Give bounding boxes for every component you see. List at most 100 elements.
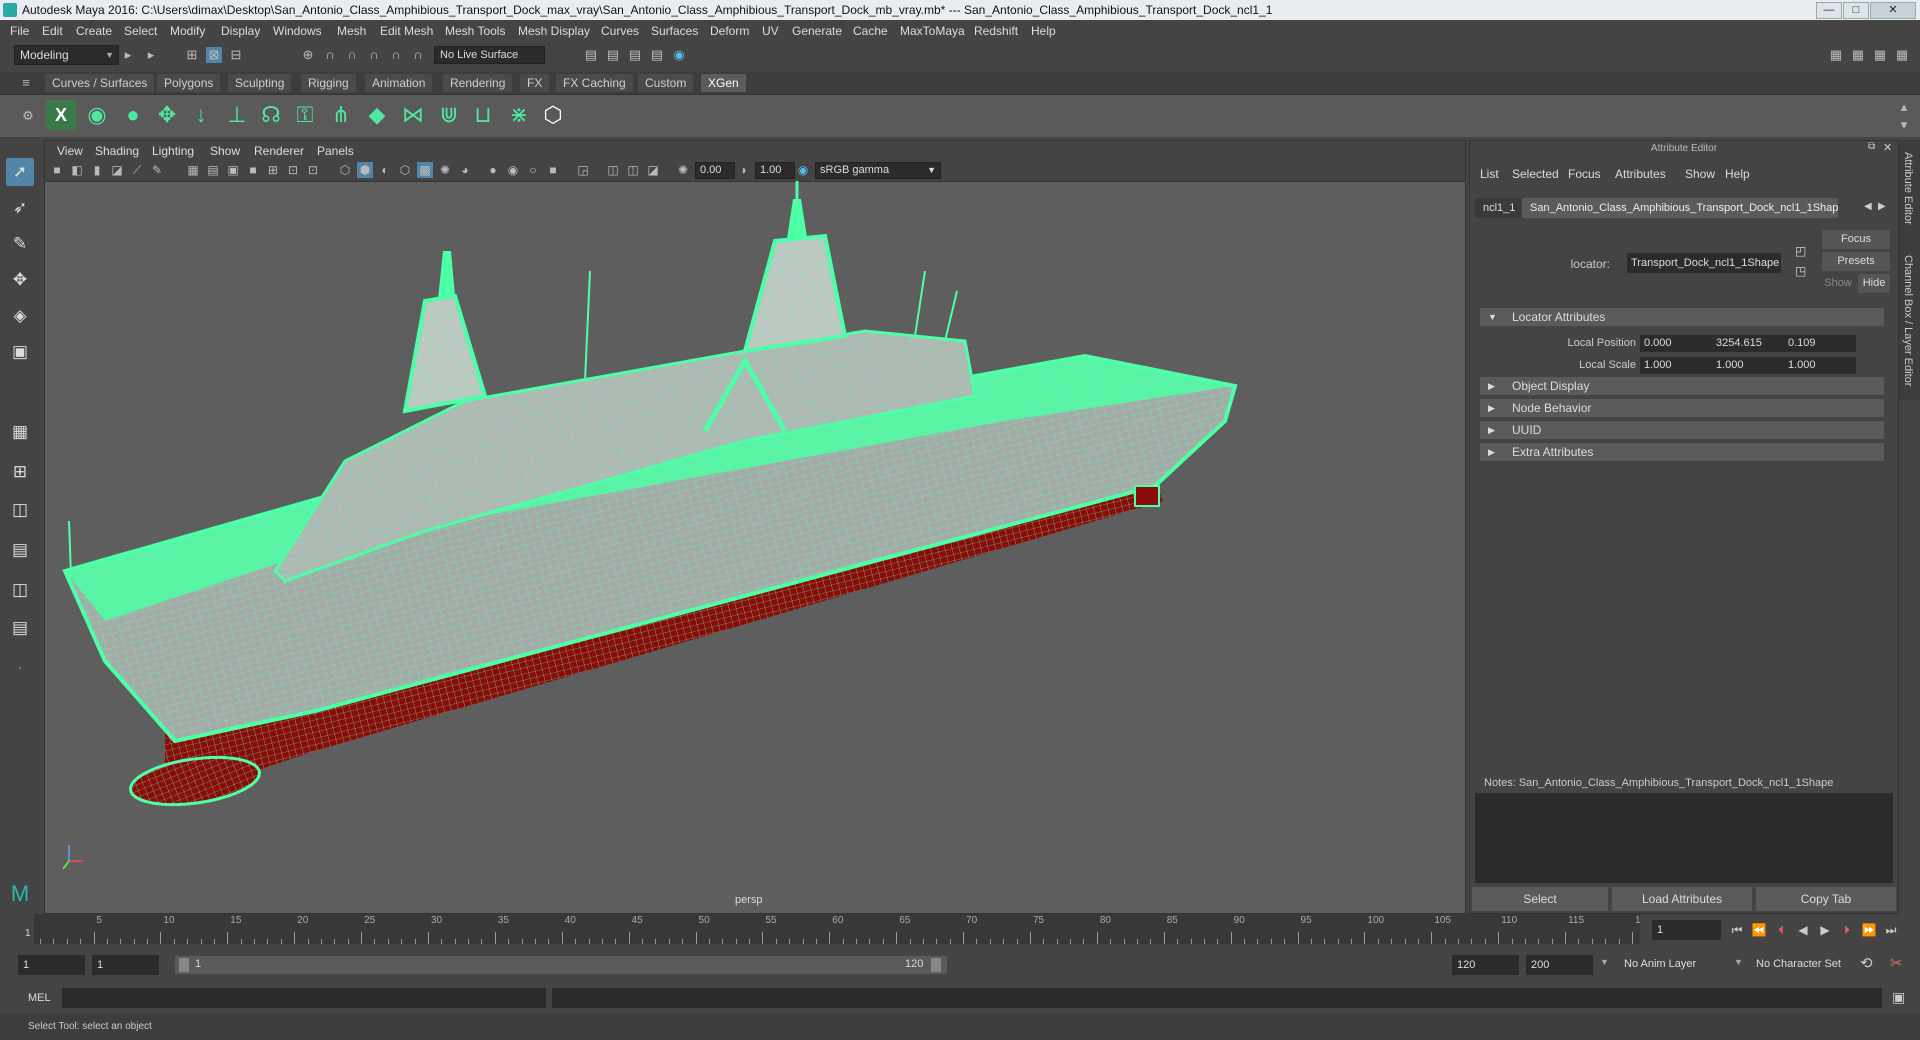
color-space-dropdown[interactable]: sRGB gamma ▼ xyxy=(815,162,941,179)
vp-menu-show[interactable]: Show xyxy=(210,144,240,158)
viewport-persp[interactable]: View Shading Lighting Show Renderer Pane… xyxy=(44,140,1466,914)
shelf-tab-curves-surfaces[interactable]: Curves / Surfaces xyxy=(45,74,155,92)
time-slider[interactable]: 1 5 10 15 20 25 30 35 40 45 50 55 60 65 70 75 80 85 90 95 1… xyxy=(24,914,1652,944)
float-icon[interactable]: ⧉ xyxy=(1868,141,1875,152)
close-icon[interactable]: ✕ xyxy=(1883,141,1892,154)
locator-name-field[interactable]: Transport_Dock_ncl1_1Shape xyxy=(1627,253,1781,273)
side-tab-channel-box[interactable]: Channel Box / Layer Editor xyxy=(1902,255,1914,386)
paint-select-icon[interactable]: ✎ xyxy=(6,230,34,258)
local-scale-y[interactable]: 1.000 xyxy=(1712,357,1784,374)
shelf-tab-custom[interactable]: Custom xyxy=(638,74,694,92)
safe-title-icon[interactable]: ⊡ xyxy=(305,162,321,178)
snap-grid-icon[interactable]: ⊕ xyxy=(300,47,316,63)
snap-view-icon[interactable]: ∩ xyxy=(366,47,382,63)
depth-of-field-icon[interactable]: ■ xyxy=(545,162,561,178)
ae-tab-shape[interactable]: San_Antonio_Class_Amphibious_Transport_D… xyxy=(1522,198,1838,218)
mel-label[interactable]: MEL xyxy=(28,992,51,1004)
motion-blur-icon[interactable]: ◉ xyxy=(505,162,521,178)
play-backwards-icon[interactable]: ◀ xyxy=(1794,922,1812,938)
menu-file[interactable]: File xyxy=(10,24,29,38)
step-forward-key-icon[interactable]: ⏵ xyxy=(1838,922,1856,938)
presets-button[interactable]: Presets xyxy=(1822,252,1890,271)
shelf-tab-sculpting[interactable]: Sculpting xyxy=(228,74,292,92)
select-tool-icon[interactable]: ➚ xyxy=(6,158,34,186)
snap-live-icon[interactable]: ∩ xyxy=(388,47,404,63)
snap-point-icon[interactable]: ∩ xyxy=(344,47,360,63)
maximize-button[interactable]: □ xyxy=(1843,2,1869,19)
close-button[interactable]: ✕ xyxy=(1870,2,1916,19)
safe-action-icon[interactable]: ⊡ xyxy=(285,162,301,178)
ae-menu-selected[interactable]: Selected xyxy=(1512,167,1559,181)
ae-menu-list[interactable]: List xyxy=(1480,167,1499,181)
shelf-tab-polygons[interactable]: Polygons xyxy=(157,74,221,92)
shelf-options-icon[interactable]: ⚙ xyxy=(20,108,36,124)
xgen-density-icon[interactable]: ⋔ xyxy=(326,100,356,130)
shadows-icon[interactable]: ◕ xyxy=(457,162,473,178)
select-component-icon[interactable]: ⊟ xyxy=(228,47,244,63)
local-position-x[interactable]: 0.000 xyxy=(1640,335,1712,352)
shelf-tab-rendering[interactable]: Rendering xyxy=(443,74,513,92)
range-slider[interactable]: 1 120 xyxy=(175,956,947,974)
xgen-icon[interactable]: X xyxy=(46,100,76,130)
local-position-z[interactable]: 0.109 xyxy=(1784,335,1856,352)
menu-mesh[interactable]: Mesh xyxy=(337,24,366,38)
more-layouts-icon[interactable]: · xyxy=(6,654,34,682)
rotate-tool-icon[interactable]: ◈ xyxy=(6,302,34,330)
mode-dropdown[interactable]: Modeling ▼ xyxy=(14,45,119,65)
input-connection-icon[interactable]: ◰ xyxy=(1795,244,1806,258)
range-end-handle[interactable] xyxy=(931,958,941,972)
live-surface-field[interactable]: No Live Surface xyxy=(434,46,545,64)
gamma-field[interactable]: 1.00 xyxy=(755,162,795,179)
anti-aliasing-icon[interactable]: ○ xyxy=(525,162,541,178)
ship-model-wireframe[interactable] xyxy=(45,181,1465,893)
gamma-icon[interactable]: ◑ xyxy=(735,162,751,178)
xgen-hex-icon[interactable]: ⬡ xyxy=(538,100,568,130)
hypershade-view-icon[interactable]: ▤ xyxy=(6,614,34,642)
menu-create[interactable]: Create xyxy=(76,24,112,38)
tab-left-icon[interactable]: ◀ xyxy=(1864,201,1872,212)
snap-plane-icon[interactable]: ∩ xyxy=(410,47,426,63)
image-plane-icon[interactable]: ◪ xyxy=(109,162,125,178)
render-view-icon[interactable]: ▤ xyxy=(627,47,643,63)
wireframe-icon[interactable]: ⬡ xyxy=(337,162,353,178)
menu-windows[interactable]: Windows xyxy=(273,24,322,38)
ae-menu-help[interactable]: Help xyxy=(1725,167,1750,181)
local-position-y[interactable]: 3254.615 xyxy=(1712,335,1784,352)
section-uuid[interactable]: ▶ UUID xyxy=(1480,421,1884,439)
xray-joints-icon[interactable]: ◫ xyxy=(625,162,641,178)
animation-start-field[interactable]: 1 xyxy=(18,955,85,975)
step-back-icon[interactable]: ⏪ xyxy=(1750,922,1768,938)
select-hierarchy-icon[interactable]: ⊞ xyxy=(184,47,200,63)
vp-menu-renderer[interactable]: Renderer xyxy=(254,144,304,158)
side-view-icon[interactable]: ◫ xyxy=(6,496,34,524)
menu-edit[interactable]: Edit xyxy=(42,24,63,38)
shelf-tab-fx[interactable]: FX xyxy=(520,74,550,92)
playback-end-field[interactable]: 120 xyxy=(1452,955,1519,975)
menu-curves[interactable]: Curves xyxy=(601,24,639,38)
camera-select-icon[interactable]: ■ xyxy=(49,162,65,178)
vp-menu-lighting[interactable]: Lighting xyxy=(152,144,194,158)
menu-surfaces[interactable]: Surfaces xyxy=(651,24,698,38)
side-tab-attribute-editor[interactable]: Attribute Editor xyxy=(1902,152,1914,225)
menu-toggle-icon[interactable]: ≡ xyxy=(18,75,34,91)
default-material-icon[interactable]: ◐ xyxy=(377,162,393,178)
play-forwards-icon[interactable]: ▶ xyxy=(1816,922,1834,938)
section-node-behavior[interactable]: ▶ Node Behavior xyxy=(1480,399,1884,417)
xgen-delete-icon[interactable]: ⋇ xyxy=(504,100,534,130)
snap-curve-icon[interactable]: ∩ xyxy=(322,47,338,63)
section-extra-attributes[interactable]: ▶ Extra Attributes xyxy=(1480,443,1884,461)
menu-mesh-display[interactable]: Mesh Display xyxy=(518,24,590,38)
current-frame-field[interactable]: 1 xyxy=(1652,920,1721,940)
auto-key-icon[interactable]: ⟲ xyxy=(1860,954,1873,972)
resolution-gate-icon[interactable]: ▣ xyxy=(225,162,241,178)
xgen-clump-icon[interactable]: ⋓ xyxy=(434,100,464,130)
modeling-toolkit-icon[interactable]: ▦ xyxy=(1850,47,1866,63)
lasso-tool-icon[interactable]: ➶ xyxy=(6,194,34,222)
xgen-guide-icon[interactable]: ↓ xyxy=(186,100,216,130)
outliner-view-icon[interactable]: ▤ xyxy=(6,536,34,564)
go-to-start-icon[interactable]: ⏮ xyxy=(1728,922,1746,938)
scale-tool-icon[interactable]: ▣ xyxy=(6,338,34,366)
new-scene-icon[interactable]: ▸ xyxy=(120,47,136,63)
xgen-lock-icon[interactable]: ⚿ xyxy=(290,100,320,130)
xgen-layers-icon[interactable]: ◆ xyxy=(362,100,392,130)
